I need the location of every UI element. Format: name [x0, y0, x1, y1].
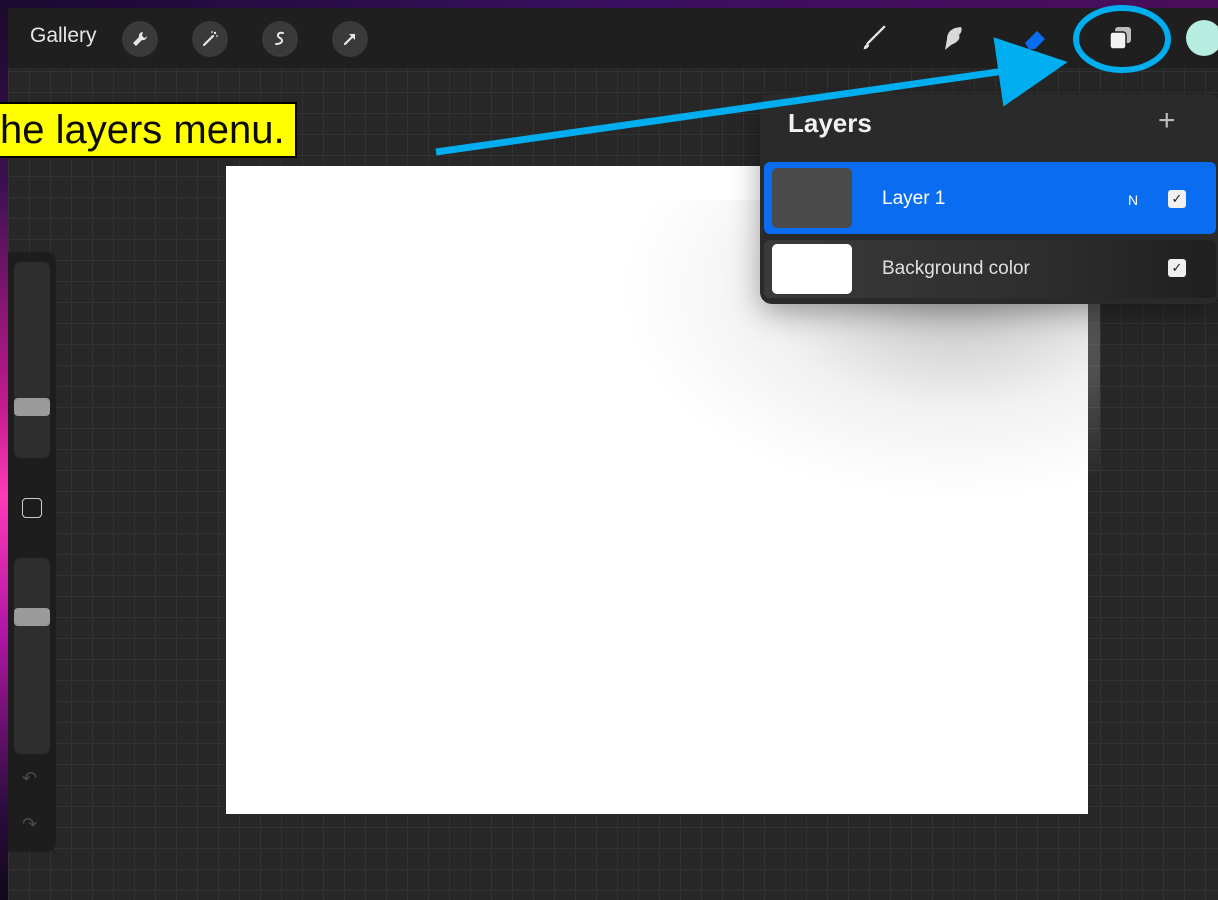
opacity-thumb[interactable] [14, 608, 50, 626]
layer-visibility-checkbox[interactable]: ✓ [1168, 190, 1186, 208]
annotation-callout: he layers menu. [0, 102, 297, 158]
eraser-icon[interactable] [1016, 18, 1056, 58]
layers-icon[interactable] [1100, 18, 1140, 58]
brush-size-thumb[interactable] [14, 398, 50, 416]
add-layer-button[interactable]: + [1158, 104, 1176, 138]
side-panel: ↶ ↷ [8, 252, 56, 852]
brush-size-slider[interactable] [14, 262, 50, 458]
blend-mode-label[interactable]: N [1128, 192, 1138, 208]
redo-icon[interactable]: ↷ [22, 814, 37, 835]
undo-icon[interactable]: ↶ [22, 768, 37, 789]
slide-background-top [0, 0, 1218, 8]
brush-icon[interactable] [854, 18, 894, 58]
layer-name: Layer 1 [882, 188, 946, 209]
layer-row-background[interactable]: Background color ✓ [764, 240, 1216, 298]
layers-title: Layers [788, 108, 872, 138]
smudge-icon[interactable] [932, 18, 972, 58]
color-swatch[interactable] [1186, 20, 1218, 56]
magic-wand-icon[interactable] [192, 21, 228, 57]
layers-panel: Layers + Layer 1 N ✓ Background color ✓ [760, 94, 1218, 304]
gallery-button[interactable]: Gallery [30, 24, 97, 48]
modify-button[interactable] [22, 498, 42, 518]
wrench-icon[interactable] [122, 21, 158, 57]
layer-row-layer-1[interactable]: Layer 1 N ✓ [764, 162, 1216, 234]
layer-thumbnail [772, 244, 852, 294]
transform-arrow-icon[interactable] [332, 21, 368, 57]
layer-visibility-checkbox[interactable]: ✓ [1168, 259, 1186, 277]
layer-name: Background color [882, 258, 1030, 279]
layer-thumbnail [772, 168, 852, 228]
opacity-slider[interactable] [14, 558, 50, 754]
selection-icon[interactable] [262, 21, 298, 57]
